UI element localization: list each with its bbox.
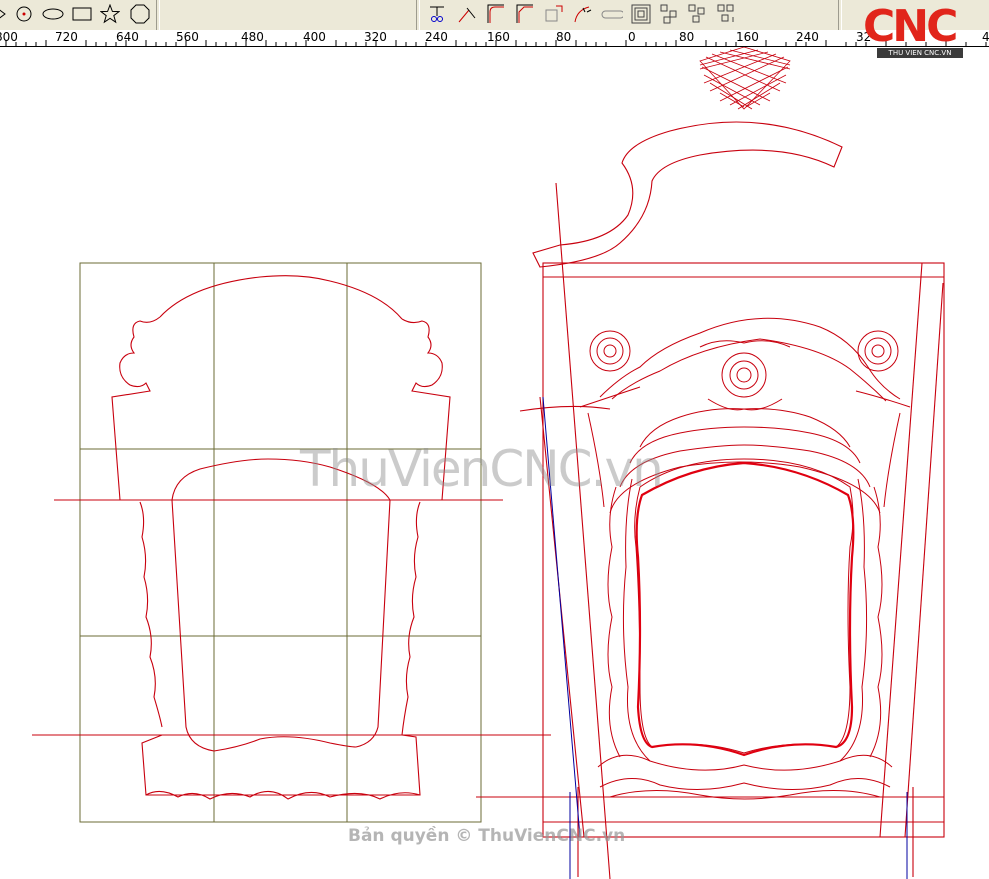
copyright-notice: Bản quyền © ThuVienCNC.vn — [348, 826, 626, 846]
ruler-label: 560 — [176, 30, 199, 44]
ruler-label: 80 — [679, 30, 695, 44]
copy-icon — [688, 4, 705, 23]
ellipse-icon — [42, 8, 64, 20]
trim-tool[interactable] — [426, 3, 448, 25]
scissors-icon — [430, 6, 444, 22]
move-tool[interactable] — [716, 3, 738, 25]
ruler-label: 160 — [736, 30, 759, 44]
extend-icon — [458, 7, 476, 23]
blend-icon — [574, 6, 592, 23]
logo-text: CNC — [863, 1, 958, 52]
ruler-label: 400 — [303, 30, 326, 44]
horizontal-ruler: 800 720 640 560 480 400 320 240 160 80 0… — [0, 30, 989, 47]
ellipse-tool[interactable] — [42, 3, 64, 25]
arrow-icon — [0, 9, 6, 19]
left-frame-drawing — [111, 275, 451, 800]
ruler-label: 800 — [0, 30, 18, 44]
top-cap-curve — [532, 121, 843, 268]
ruler-label: 0 — [628, 30, 636, 44]
star-icon — [100, 4, 120, 24]
rectangle-tool[interactable] — [71, 3, 93, 25]
extend-tool[interactable] — [456, 3, 478, 25]
star-tool[interactable] — [99, 3, 121, 25]
array-icon — [660, 4, 677, 24]
chamfer-icon — [516, 4, 533, 23]
fillet-icon — [487, 4, 504, 23]
ruler-label: 720 — [55, 30, 78, 44]
thuviencnc-logo: CNC THU VIEN CNC.VN — [855, 1, 985, 60]
copy-tool[interactable] — [687, 3, 709, 25]
octagon-icon — [130, 4, 150, 24]
ruler-label: 240 — [425, 30, 448, 44]
right-ornate-drawing — [579, 317, 911, 800]
polyline-arrow-tool[interactable] — [0, 3, 12, 25]
fillet-tool[interactable] — [485, 3, 507, 25]
ruler-label: 480 — [241, 30, 264, 44]
slot-tool[interactable] — [601, 3, 623, 25]
corner-icon — [545, 5, 563, 22]
toolbar-separator — [416, 0, 420, 30]
left-guide-lines — [32, 499, 608, 798]
corner-tool[interactable] — [543, 3, 565, 25]
toolbar-separator — [156, 0, 160, 30]
ruler-label: 160 — [487, 30, 510, 44]
slot-icon — [601, 10, 623, 19]
ruler-label: 80 — [556, 30, 572, 44]
ruler-label: 640 — [116, 30, 139, 44]
array-tool[interactable] — [659, 3, 681, 25]
toolbar-separator — [838, 0, 842, 30]
inner-opening — [635, 461, 855, 757]
left-grid — [79, 262, 482, 823]
offset-icon — [631, 4, 651, 24]
offset-tool[interactable] — [630, 3, 652, 25]
chamfer-tool[interactable] — [514, 3, 536, 25]
rectangle-icon — [72, 7, 92, 21]
watermark: ThuVienCNC.vn — [300, 440, 664, 498]
move-icon — [717, 4, 734, 22]
drawing-toolbar — [0, 0, 989, 31]
polygon-tool[interactable] — [129, 3, 151, 25]
circle-point-icon — [16, 6, 32, 22]
logo-subtitle: THU VIEN CNC.VN — [877, 48, 963, 58]
blend-tool[interactable] — [572, 3, 594, 25]
ruler-label: 240 — [796, 30, 819, 44]
point-tool[interactable] — [13, 3, 35, 25]
hatch-diamond — [699, 47, 791, 110]
ruler-label: 320 — [364, 30, 387, 44]
